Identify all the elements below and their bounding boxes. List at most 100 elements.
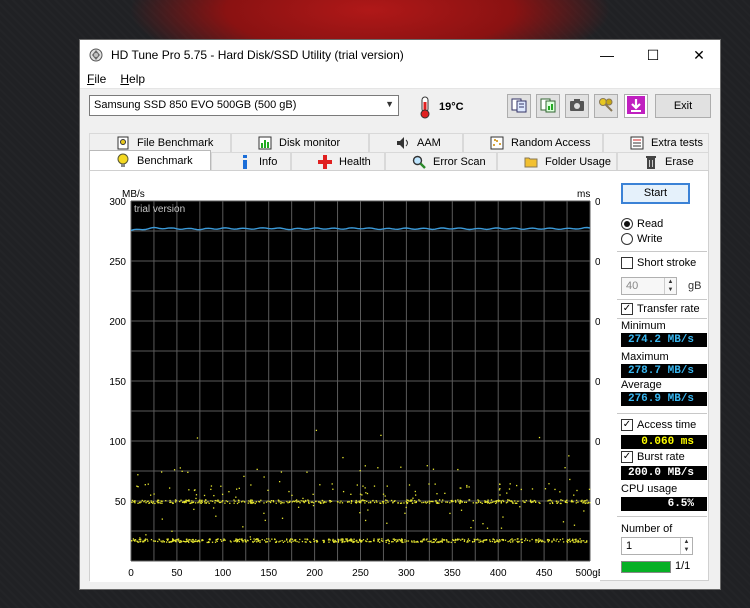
- access-time-point: [148, 502, 151, 504]
- read-radio-dot: [621, 218, 633, 230]
- spinner-arrows-icon[interactable]: ▲ ▼: [664, 278, 676, 294]
- short-stroke-spinner[interactable]: 40 ▲ ▼: [621, 277, 677, 295]
- access-time-point: [582, 502, 584, 504]
- access-time-point: [330, 500, 333, 503]
- access-time-point: [471, 541, 474, 543]
- tab-folder-usage[interactable]: Folder Usage: [497, 152, 617, 171]
- access-time-point: [380, 540, 383, 542]
- transfer-rate-checkbox[interactable]: ✓ Transfer rate: [621, 303, 700, 315]
- start-button[interactable]: Start: [621, 183, 690, 204]
- copy-info-button[interactable]: [507, 94, 531, 118]
- access-time-point: [235, 538, 237, 540]
- access-time-point: [329, 499, 331, 502]
- access-time-point: [137, 541, 139, 544]
- access-time-point: [199, 541, 201, 543]
- access-time-point: [300, 500, 302, 502]
- drive-select[interactable]: Samsung SSD 850 EVO 500GB (500 gB) ▼: [89, 95, 399, 116]
- access-time-point: [407, 540, 410, 542]
- options-button[interactable]: [594, 94, 618, 118]
- tab-extra-tests[interactable]: Extra tests: [603, 133, 709, 152]
- save-button[interactable]: [624, 94, 648, 118]
- access-time-point: [437, 541, 439, 543]
- access-time-point: [510, 500, 513, 502]
- tab-error-scan[interactable]: Error Scan: [385, 152, 497, 171]
- access-time-point: [210, 500, 212, 502]
- tab-benchmark[interactable]: Benchmark: [89, 150, 211, 171]
- access-time-point: [188, 489, 190, 491]
- access-time-point: [221, 501, 223, 503]
- burst-rate-box: ✓: [621, 451, 633, 463]
- access-time-point: [564, 500, 567, 502]
- access-time-point: [143, 539, 146, 541]
- access-time-point: [377, 539, 379, 542]
- read-radio[interactable]: Read: [621, 218, 663, 230]
- access-time-point: [500, 527, 503, 529]
- exit-button[interactable]: Exit: [655, 94, 711, 118]
- access-time-point: [272, 501, 275, 503]
- screenshot-button[interactable]: [565, 94, 589, 118]
- tab-aam[interactable]: AAM: [369, 133, 463, 152]
- health-cross-icon: [317, 155, 333, 169]
- tab-random-access[interactable]: Random Access: [463, 133, 603, 152]
- burst-rate-checkbox[interactable]: ✓ Burst rate: [621, 451, 685, 463]
- write-radio[interactable]: Write: [621, 233, 662, 245]
- access-time-point: [158, 502, 160, 504]
- menu-file[interactable]: File: [80, 70, 113, 88]
- spinner-arrows-icon[interactable]: ▲ ▼: [680, 538, 692, 554]
- close-button[interactable]: ✕: [678, 40, 720, 70]
- access-time-point: [222, 499, 224, 502]
- menu-help[interactable]: Help: [113, 70, 152, 88]
- tab-disk-monitor[interactable]: Disk monitor: [231, 133, 369, 152]
- short-stroke-checkbox[interactable]: Short stroke: [621, 257, 696, 269]
- access-time-point: [238, 538, 241, 540]
- access-time-point: [544, 541, 546, 543]
- access-time-point: [566, 540, 568, 542]
- access-time-point: [298, 500, 300, 503]
- tab-row-bottom: Benchmark Info Health Error Scan Folder …: [89, 150, 709, 171]
- access-time-point: [507, 499, 509, 501]
- access-time-point: [415, 500, 417, 503]
- access-time-point: [192, 501, 195, 503]
- access-time-point: [252, 502, 254, 504]
- access-time-point: [382, 540, 384, 542]
- access-time-point: [432, 468, 435, 470]
- access-time-point: [177, 538, 180, 540]
- burst-rate-value: 200.0 MB/s: [621, 466, 707, 480]
- access-time-point: [233, 499, 235, 501]
- maximize-button[interactable]: ☐: [632, 40, 674, 70]
- access-time-point: [259, 541, 261, 543]
- access-time-point: [299, 502, 301, 504]
- access-time-point: [468, 486, 470, 488]
- tab-erase[interactable]: Erase: [617, 152, 709, 171]
- access-time-point: [150, 538, 153, 541]
- access-time-point: [466, 486, 468, 488]
- access-time-checkbox[interactable]: ✓ Access time: [621, 419, 696, 431]
- access-time-point: [289, 539, 291, 541]
- minimum-value: 274.2 MB/s: [621, 333, 707, 347]
- copy-results-button[interactable]: [536, 94, 560, 118]
- access-time-point: [225, 500, 227, 502]
- access-time-point: [297, 506, 300, 508]
- access-time-point: [531, 488, 534, 490]
- passes-spinner[interactable]: 1 ▲ ▼: [621, 537, 693, 555]
- access-time-point: [360, 541, 363, 543]
- access-time-point: [572, 538, 574, 540]
- copy-info-icon: [511, 97, 527, 116]
- access-time-point: [482, 523, 484, 525]
- access-time-point: [449, 512, 451, 515]
- tab-info[interactable]: Info: [211, 152, 291, 171]
- access-time-point: [428, 502, 431, 504]
- access-time-point: [562, 538, 564, 540]
- access-time-point: [469, 540, 471, 542]
- x-tick-label: 250: [352, 568, 369, 579]
- access-time-point: [534, 539, 537, 541]
- tab-health[interactable]: Health: [291, 152, 385, 171]
- minimize-button[interactable]: —: [586, 40, 628, 70]
- access-time-point: [491, 540, 493, 543]
- access-time-point: [180, 499, 182, 501]
- cpu-usage-label: CPU usage: [621, 483, 678, 495]
- access-time-point: [188, 541, 190, 544]
- access-time-point: [538, 538, 540, 540]
- access-time-point: [172, 539, 175, 541]
- access-time-point: [291, 538, 293, 540]
